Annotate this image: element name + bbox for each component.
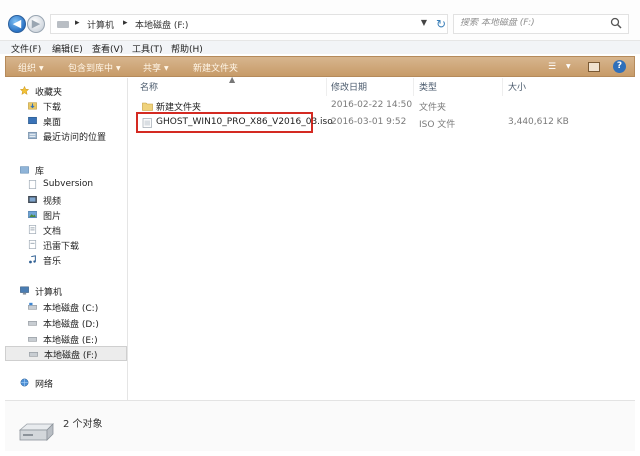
document-library-icon [28,180,37,189]
breadcrumb-separator-icon[interactable]: ▸ [123,18,128,28]
column-header-date[interactable]: 修改日期 [331,80,367,93]
search-box[interactable] [453,14,629,34]
nav-drive-f-label: 本地磁盘 (F:) [44,351,98,361]
address-row: ◀ ▶ ▸ 计算机 ▸ 本地磁盘 (F:) ▼ ↻ [0,0,640,40]
column-divider[interactable] [413,78,414,96]
iso-file-icon [142,118,152,128]
document-library-icon [28,240,37,249]
file-date: 2016-03-01 9:52 [331,117,407,127]
address-bar[interactable]: ▸ 计算机 ▸ 本地磁盘 (F:) ▼ [50,14,448,34]
file-row[interactable]: GHOST_WIN10_PRO_X86_V2016_03.iso 2016-03… [129,115,635,131]
share-label: 共享 [143,64,162,74]
file-name: GHOST_WIN10_PRO_X86_V2016_03.iso [156,117,333,127]
breadcrumb-computer[interactable]: 计算机 [87,18,114,31]
menu-help[interactable]: 帮助(H) [171,42,203,55]
nav-favorites-label: 收藏夹 [35,88,63,98]
network-icon [20,378,29,387]
share-button[interactable]: 共享 ▼ [143,61,169,74]
view-dropdown-icon[interactable]: ▼ [566,63,571,70]
dropdown-arrow-icon: ▼ [39,65,44,72]
include-library-label: 包含到库中 [68,64,114,74]
column-header-name[interactable]: 名称 [140,80,158,93]
column-header-type[interactable]: 类型 [419,80,437,93]
organize-button[interactable]: 组织 ▼ [18,61,44,74]
refresh-icon[interactable]: ↻ [436,17,446,31]
column-divider[interactable] [502,78,503,96]
drive-icon [57,21,69,28]
preview-pane-icon[interactable] [588,62,600,72]
music-icon [29,255,36,264]
nav-drive-e-label: 本地磁盘 (E:) [43,336,98,346]
star-icon [19,86,30,95]
nav-libraries-label: 库 [35,167,45,177]
desktop-icon [28,116,37,125]
menu-edit[interactable]: 编辑(E) [52,42,83,55]
nav-network-label: 网络 [35,380,54,390]
system-drive-icon [28,302,37,310]
drive-icon [29,352,38,357]
dropdown-arrow-icon: ▼ [164,65,169,72]
search-icon[interactable] [610,17,622,29]
nav-subversion-label: Subversion [43,179,94,189]
command-toolbar: 组织 ▼ 包含到库中 ▼ 共享 ▼ 新建文件夹 ☰ ▼ ? [5,56,635,77]
nav-documents-label: 文档 [43,227,62,237]
item-count: 2 个对象 [63,419,103,430]
file-list: 名称 ▲ 修改日期 类型 大小 新建文件夹 2016-02-22 14:50 文… [129,75,635,400]
address-dropdown-icon[interactable]: ▼ [421,18,427,27]
new-folder-button[interactable]: 新建文件夹 [193,61,238,74]
breadcrumb-drive-f[interactable]: 本地磁盘 (F:) [135,18,188,31]
menu-tools[interactable]: 工具(T) [132,42,163,55]
include-in-library-button[interactable]: 包含到库中 ▼ [68,61,121,74]
column-divider[interactable] [326,78,327,96]
menu-bar: 文件(F) 编辑(E) 查看(V) 工具(T) 帮助(H) [0,40,640,55]
nav-music-label: 音乐 [43,257,62,267]
nav-drive-d-label: 本地磁盘 (D:) [43,320,99,330]
drive-icon [28,337,37,342]
nav-pictures-label: 图片 [43,212,62,222]
search-input[interactable] [460,18,600,28]
drive-large-icon [18,423,54,441]
menu-file[interactable]: 文件(F) [11,42,41,55]
nav-drive-f[interactable]: 本地磁盘 (F:) [5,346,127,361]
video-icon [28,195,37,204]
forward-button[interactable]: ▶ [27,15,45,33]
recent-places-icon [28,131,37,140]
pictures-icon [28,210,37,219]
file-date: 2016-02-22 14:50 [331,100,413,110]
library-icon [20,166,29,174]
nav-computer-label: 计算机 [35,288,63,298]
dropdown-arrow-icon: ▼ [116,65,121,72]
nav-videos-label: 视频 [43,197,62,207]
nav-downloads-label: 下载 [43,103,62,113]
folder-icon [142,102,153,111]
back-button[interactable]: ◀ [8,15,26,33]
view-options-icon[interactable]: ☰ [548,62,556,72]
nav-drive-c-label: 本地磁盘 (C:) [43,304,99,314]
file-type: 文件夹 [419,103,447,113]
computer-icon [20,286,29,295]
menu-view[interactable]: 查看(V) [92,42,123,55]
file-type: ISO 文件 [419,120,456,130]
breadcrumb-separator-icon[interactable]: ▸ [75,18,80,28]
nav-thunder-downloads-label: 迅雷下载 [43,242,80,252]
download-folder-icon [28,102,37,110]
nav-desktop-label: 桌面 [43,118,62,128]
help-icon[interactable]: ? [613,60,626,73]
navigation-pane: 收藏夹 下载 桌面 最近访问的位置 库 Subversion 视频 图片 文档 … [5,78,128,400]
file-size: 3,440,612 KB [508,117,569,127]
drive-icon [28,321,37,326]
documents-icon [28,225,37,234]
sort-ascending-icon: ▲ [229,75,236,84]
nav-recent-places-label: 最近访问的位置 [43,133,107,143]
column-header-size[interactable]: 大小 [508,80,526,93]
details-pane: 2 个对象 [5,400,635,451]
organize-label: 组织 [18,64,37,74]
